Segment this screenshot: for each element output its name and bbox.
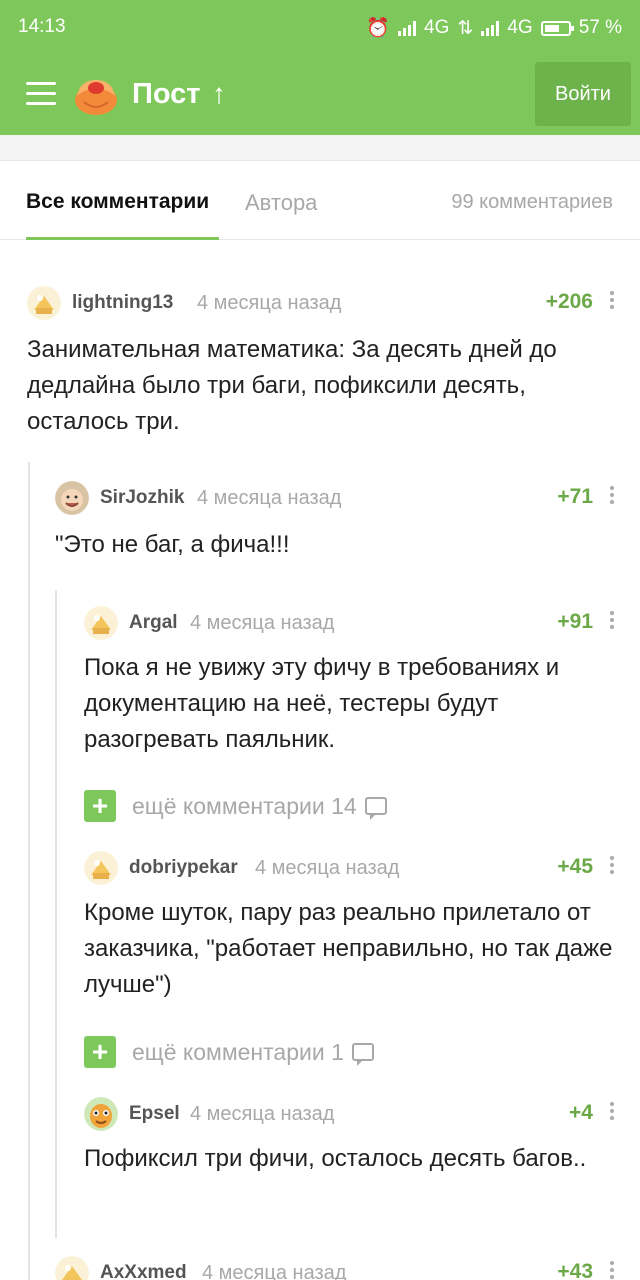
more-comments-link[interactable]: + ещё комментарии 14: [84, 788, 387, 824]
comment: SirJozhik 4 месяца назад +71 "Это не баг…: [55, 481, 617, 571]
comment-username[interactable]: Argal: [129, 612, 178, 634]
header-spacer: [0, 135, 640, 161]
signal-icon-2: [481, 20, 500, 36]
comment-rating: +206: [545, 290, 593, 313]
comment-header: Argal 4 месяца назад +91: [84, 606, 617, 640]
comment-bubble-icon: [364, 797, 387, 820]
comment: Argal 4 месяца назад +91 Пока я не увижу…: [84, 606, 617, 756]
pikabu-logo[interactable]: [72, 72, 120, 116]
login-button[interactable]: Войти: [535, 62, 631, 126]
comment-text: "Это не баг, а фича!!!: [55, 531, 290, 558]
comment-username[interactable]: Epsel: [129, 1103, 180, 1125]
comment-rating: +43: [557, 1260, 593, 1280]
avatar[interactable]: [84, 851, 118, 885]
comment-username[interactable]: SirJozhik: [100, 487, 184, 509]
avatar[interactable]: [55, 1256, 89, 1280]
comment-username[interactable]: dobriypekar: [129, 857, 238, 879]
battery-percent: 57 %: [578, 17, 622, 38]
more-options-icon[interactable]: [610, 288, 614, 312]
status-bar: 14:13 ⏰ 4G ⇅ 4G 57 %: [0, 0, 640, 54]
more-comments-label[interactable]: ещё комментарии 14: [132, 793, 357, 820]
comment: lightning13 4 месяца назад +206 Занимате…: [27, 286, 617, 436]
alarm-icon: ⏰: [366, 18, 391, 39]
signal-icon: [398, 20, 417, 36]
comment-username[interactable]: AxXxmed: [100, 1262, 187, 1280]
avatar[interactable]: [55, 481, 89, 515]
top-bar: 14:13 ⏰ 4G ⇅ 4G 57 % Пост ↑ Войти: [0, 0, 640, 135]
avatar[interactable]: [84, 606, 118, 640]
more-options-icon[interactable]: [610, 483, 614, 507]
comment-bubble-icon: [351, 1043, 374, 1066]
comment-header: lightning13 4 месяца назад +206: [27, 286, 617, 320]
app-bar: Пост ↑ Войти: [0, 54, 640, 135]
comment-time: 4 месяца назад: [255, 857, 400, 879]
thread-line: [55, 590, 57, 1238]
comment: Epsel 4 месяца назад +4 Пофиксил три фич…: [84, 1097, 617, 1217]
plus-icon[interactable]: +: [84, 790, 116, 822]
status-indicators: ⏰ 4G ⇅ 4G 57 %: [366, 16, 622, 40]
comment-time: 4 месяца назад: [197, 487, 342, 509]
comment-time: 4 месяца назад: [190, 612, 335, 634]
plus-icon[interactable]: +: [84, 1036, 116, 1068]
comment-rating: +71: [557, 485, 593, 508]
comments-count: 99 комментариев: [451, 191, 613, 213]
comment-header: Epsel 4 месяца назад +4: [84, 1097, 617, 1131]
more-comments-link[interactable]: + ещё комментарии 1: [84, 1034, 374, 1070]
comment-header: dobriypekar 4 месяца назад +45: [84, 851, 617, 885]
comment-text: Занимательная математика: За десять дней…: [27, 336, 557, 435]
comment-text: Кроме шуток, пару раз реально прилетало …: [84, 899, 613, 998]
data-transfer-icon: ⇅: [457, 17, 474, 39]
more-options-icon[interactable]: [610, 608, 614, 632]
comment-header: AxXxmed 4 месяца назад +43: [55, 1256, 617, 1280]
more-options-icon[interactable]: [610, 1258, 614, 1280]
comment-rating: +91: [557, 610, 593, 633]
thread-line: [28, 462, 30, 1280]
comment-rating: +4: [569, 1101, 593, 1124]
page-title: Пост: [132, 78, 201, 110]
comment: dobriypekar 4 месяца назад +45 Кроме шут…: [84, 851, 617, 1001]
comment-time: 4 месяца назад: [202, 1262, 347, 1280]
menu-icon[interactable]: [26, 82, 56, 106]
comment: AxXxmed 4 месяца назад +43: [55, 1256, 617, 1280]
comment-header: SirJozhik 4 месяца назад +71: [55, 481, 617, 515]
tab-all-comments[interactable]: Все комментарии: [26, 190, 209, 214]
network-label-1: 4G: [424, 17, 450, 38]
more-options-icon[interactable]: [610, 853, 614, 877]
comment-text: Пока я не увижу эту фичу в требованиях и…: [84, 654, 560, 753]
tab-active-indicator: [26, 237, 219, 240]
battery-icon: [540, 20, 574, 36]
status-time: 14:13: [18, 16, 66, 37]
more-comments-label[interactable]: ещё комментарии 1: [132, 1039, 344, 1066]
tab-author-comments[interactable]: Автора: [245, 190, 317, 216]
avatar[interactable]: [27, 286, 61, 320]
arrow-up-icon[interactable]: ↑: [212, 78, 226, 110]
more-options-icon[interactable]: [610, 1099, 614, 1123]
comment-time: 4 месяца назад: [197, 292, 342, 314]
comment-username[interactable]: lightning13: [72, 292, 173, 314]
avatar[interactable]: [84, 1097, 118, 1131]
comment-time: 4 месяца назад: [190, 1103, 335, 1125]
network-label-2: 4G: [507, 17, 533, 38]
comment-text: Пофиксил три фичи, осталось десять багов…: [84, 1145, 587, 1172]
comment-tabs: Все комментарии Автора 99 комментариев: [0, 161, 640, 240]
comment-rating: +45: [557, 855, 593, 878]
